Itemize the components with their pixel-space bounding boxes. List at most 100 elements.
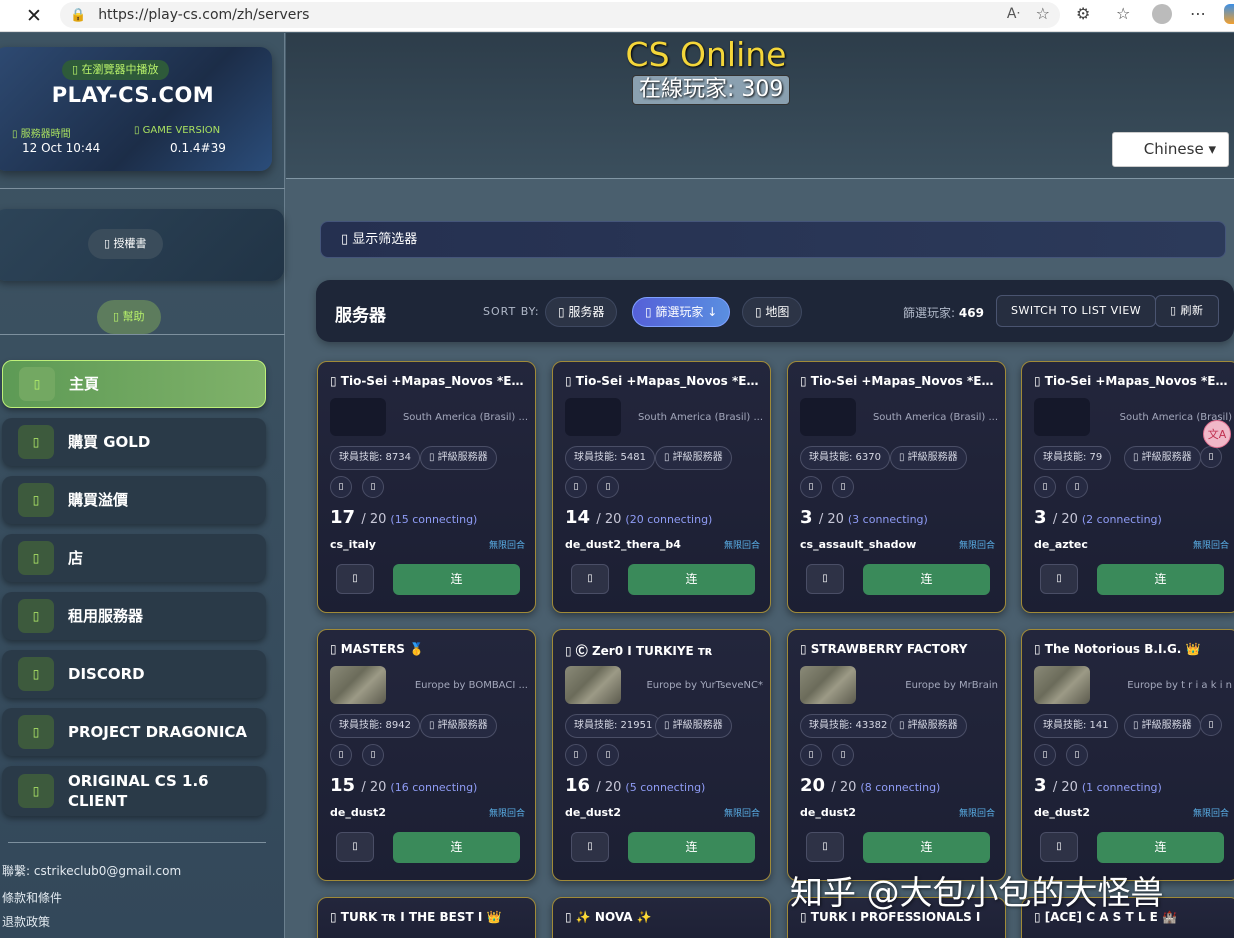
server-card[interactable]: ▯ Tio-Sei +Mapas_Novos *Em_Br... South A…	[552, 361, 771, 613]
game-mode: 無限回合	[488, 541, 525, 551]
feature-icon: ▯	[1034, 476, 1056, 498]
sort-by-map-button[interactable]: ▯ 地图	[742, 297, 803, 327]
connect-button[interactable]: 连	[863, 832, 990, 863]
site-logo[interactable]: PLAY-CS.COM	[0, 83, 272, 107]
game-mode: 無限回合	[723, 541, 760, 551]
map-name: de_dust2_thera_b4	[565, 538, 681, 551]
skill-tag: 球員技能: 8734	[330, 446, 420, 470]
favorite-button[interactable]: ▯	[1040, 832, 1078, 862]
close-tab-icon[interactable]: ✕	[26, 5, 42, 27]
favorite-button[interactable]: ▯	[571, 564, 609, 594]
sort-by-players-button[interactable]: ▯ 篩選玩家 ↓	[632, 297, 731, 327]
server-name[interactable]: ▯ STRAWBERRY FACTORY	[800, 642, 1000, 656]
server-card[interactable]: ▯ TURK ᴛʀ I THE BEST I 👑	[317, 897, 536, 938]
favorite-button[interactable]: ▯	[806, 564, 844, 594]
extra-tag[interactable]: ▯	[1200, 446, 1222, 468]
favorite-button[interactable]: ▯	[336, 564, 374, 594]
extensions-icon[interactable]: ⚙	[1076, 4, 1090, 23]
nav-item-rent-server[interactable]: ▯ 租用服務器	[2, 592, 266, 640]
url-text[interactable]: https://play-cs.com/zh/servers	[98, 7, 309, 23]
favorites-icon[interactable]: ☆	[1116, 4, 1130, 23]
connect-button[interactable]: 连	[393, 564, 520, 595]
server-name[interactable]: ▯ Ⓒ Zer0 I TURKIYE ᴛʀ	[565, 642, 765, 659]
show-filters-toggle[interactable]: ▯ 显示筛选器	[320, 221, 1226, 258]
favorite-button[interactable]: ▯	[336, 832, 374, 862]
refund-link[interactable]: 退款政策	[2, 913, 50, 930]
players-current: 16	[565, 775, 591, 796]
players-current: 15	[330, 775, 356, 796]
sort-by-server-button[interactable]: ▯ 服务器	[545, 297, 618, 327]
feature-icon: ▯	[565, 476, 587, 498]
license-button[interactable]: ▯ 授權書	[88, 229, 163, 259]
server-card[interactable]: ▯ STRAWBERRY FACTORY Europe by MrBrain 球…	[787, 629, 1006, 881]
server-name[interactable]: ▯ MASTERS 🥇	[330, 642, 530, 656]
server-name[interactable]: ▯ The Notorious B.I.G. 👑	[1034, 642, 1234, 656]
feature-icon: ▯	[800, 744, 822, 766]
server-name[interactable]: ▯ ✨ NOVA ✨	[565, 910, 765, 924]
nav-item-discord[interactable]: ▯ DISCORD	[2, 650, 266, 698]
help-button[interactable]: ▯ 幫助	[97, 300, 161, 334]
language-select[interactable]: Chinese ▾	[1112, 132, 1229, 167]
feature-icon: ▯	[330, 476, 352, 498]
connect-button[interactable]: 连	[1097, 564, 1224, 595]
server-name[interactable]: ▯ Tio-Sei +Mapas_Novos *Em_Br...	[330, 374, 530, 388]
refresh-button[interactable]: ▯ 刷新	[1155, 295, 1219, 327]
players-max: / 20	[361, 512, 387, 527]
map-thumbnail	[800, 398, 856, 436]
feature-icon: ▯	[362, 744, 384, 766]
sort-label: SORT BY:	[483, 305, 540, 318]
server-card[interactable]: ▯ Ⓒ Zer0 I TURKIYE ᴛʀ Europe by YurTseve…	[552, 629, 771, 881]
nav-label: 主頁	[69, 375, 100, 393]
server-name[interactable]: ▯ TURK ᴛʀ I THE BEST I 👑	[330, 910, 530, 924]
switch-view-button[interactable]: SWITCH TO LIST VIEW	[996, 295, 1157, 327]
skill-tag: 球員技能: 5481	[565, 446, 655, 470]
profile-avatar[interactable]	[1152, 4, 1172, 24]
favorite-button[interactable]: ▯	[1040, 564, 1078, 594]
nav-item-shop[interactable]: ▯ 店	[2, 534, 266, 582]
connect-button[interactable]: 连	[393, 832, 520, 863]
site-info-icon[interactable]: 🔒	[70, 8, 86, 23]
feature-icon: ▯	[832, 744, 854, 766]
extra-tag[interactable]: ▯	[1200, 714, 1222, 736]
translate-icon[interactable]: 文A	[1203, 420, 1231, 448]
players-current: 3	[1034, 775, 1047, 796]
copilot-icon[interactable]	[1224, 4, 1234, 24]
feature-icon: ▯	[330, 744, 352, 766]
game-mode: 無限回合	[723, 809, 760, 819]
nav-item-buy-premium[interactable]: ▯ 購買溢價	[2, 476, 266, 524]
more-menu-icon[interactable]: ⋯	[1190, 4, 1206, 23]
connect-button[interactable]: 连	[1097, 832, 1224, 863]
favorite-button[interactable]: ▯	[806, 832, 844, 862]
rated-server-tag: ▯ 評級服務器	[890, 714, 967, 738]
address-bar[interactable]: 🔒 https://play-cs.com/zh/servers Aᐧ ☆	[60, 2, 1060, 28]
nav-item-original-client[interactable]: ▯ ORIGINAL CS 1.6 CLIENT	[2, 766, 266, 816]
server-card[interactable]: ▯ Tio-Sei +Mapas_Novos *Em_Br... South A…	[1021, 361, 1234, 613]
server-card[interactable]: ▯ ✨ NOVA ✨	[552, 897, 771, 938]
favorite-star-icon[interactable]: ☆	[1036, 4, 1050, 23]
servers-toolbar: 服务器 SORT BY: ▯ 服务器 ▯ 篩選玩家 ↓ ▯ 地图 篩選玩家: 4…	[316, 280, 1234, 342]
connect-button[interactable]: 连	[863, 564, 990, 595]
server-name[interactable]: ▯ Tio-Sei +Mapas_Novos *Em_Br...	[565, 374, 765, 388]
nav-item-project-dragonica[interactable]: ▯ PROJECT DRAGONICA	[2, 708, 266, 756]
server-card[interactable]: ▯ Tio-Sei +Mapas_Novos *Em_Br... South A…	[317, 361, 536, 613]
feature-icon: ▯	[1034, 744, 1056, 766]
nav-item-buy-gold[interactable]: ▯ 購買 GOLD	[2, 418, 266, 466]
server-name[interactable]: ▯ Tio-Sei +Mapas_Novos *Em_Br...	[800, 374, 1000, 388]
server-card[interactable]: ▯ The Notorious B.I.G. 👑 Europe by t r i…	[1021, 629, 1234, 881]
nav-label: DISCORD	[68, 665, 145, 683]
terms-link[interactable]: 條款和條件	[2, 889, 62, 906]
server-name[interactable]: ▯ Tio-Sei +Mapas_Novos *Em_Br...	[1034, 374, 1234, 388]
connect-button[interactable]: 连	[628, 564, 755, 595]
contact-link[interactable]: 聯繫: cstrikeclub0@gmail.com	[2, 862, 181, 879]
nav-item-home[interactable]: ▯ 主頁	[2, 360, 266, 408]
connect-button[interactable]: 连	[628, 832, 755, 863]
play-in-browser-badge[interactable]: ▯ 在瀏覽器中播放	[62, 60, 169, 80]
server-location: South America (Brasil) ...	[872, 412, 998, 423]
nav-label: 購買 GOLD	[68, 433, 151, 451]
connecting-count: (3 connecting)	[847, 513, 928, 526]
favorite-button[interactable]: ▯	[571, 832, 609, 862]
players-current: 14	[565, 507, 591, 528]
server-card[interactable]: ▯ Tio-Sei +Mapas_Novos *Em_Br... South A…	[787, 361, 1006, 613]
read-aloud-icon[interactable]: Aᐧ	[1007, 6, 1020, 22]
server-card[interactable]: ▯ MASTERS 🥇 Europe by BOMBACI ... 球員技能: …	[317, 629, 536, 881]
